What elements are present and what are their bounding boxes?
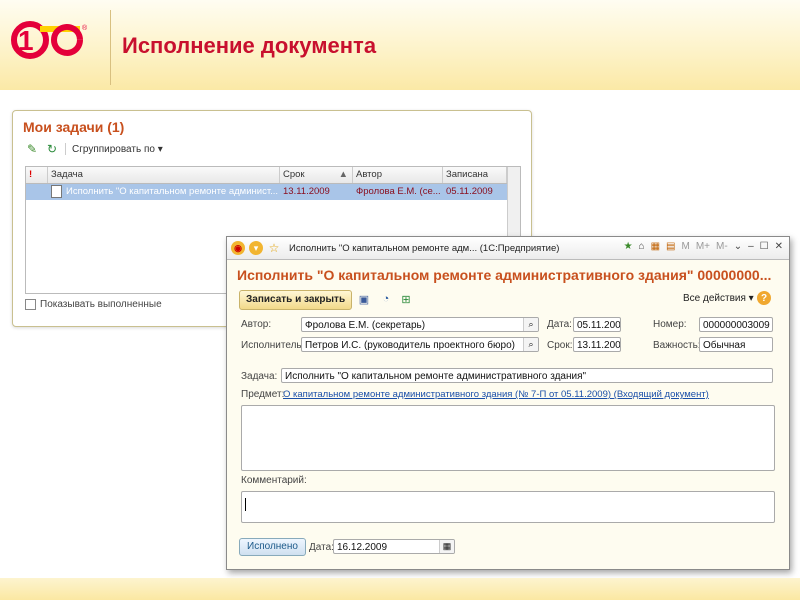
executor-label: Исполнитель:	[241, 340, 305, 351]
date-label: Дата:	[547, 319, 572, 330]
column-task[interactable]: Задача	[48, 167, 280, 183]
row-author-cell: Фролова Е.М. (се...	[356, 186, 441, 197]
comment-label: Комментарий:	[241, 475, 307, 486]
done-button[interactable]: Исполнено	[239, 538, 306, 556]
memory-minus-button[interactable]: M-	[716, 241, 728, 252]
date-field[interactable]: 05.11.2009	[573, 317, 621, 332]
memory-m-button[interactable]: M	[682, 241, 690, 252]
window-title: Исполнить "О капитальном ремонте адм... …	[289, 242, 560, 254]
task-label: Задача:	[241, 371, 278, 382]
column-importance[interactable]: !	[26, 167, 48, 183]
due-field[interactable]: 13.11.2009	[573, 337, 621, 352]
group-by-button[interactable]: Сгруппировать по ▾	[72, 144, 163, 155]
author-label: Автор:	[241, 319, 272, 330]
show-done-checkbox[interactable]: Показывать выполненные	[25, 299, 162, 310]
column-recorded[interactable]: Записана	[443, 167, 507, 183]
calendar-icon[interactable]: ▤	[666, 241, 675, 252]
search-icon[interactable]: ⌕	[523, 318, 538, 331]
slide-title: Исполнение документа	[122, 33, 377, 58]
add-favorite-icon[interactable]: ★	[624, 241, 633, 252]
favorite-star-icon[interactable]: ☆	[267, 241, 281, 255]
save-icon[interactable]: ▣	[357, 292, 371, 306]
importance-field[interactable]: Обычная	[699, 337, 773, 352]
author-field[interactable]: Фролова Е.М. (секретарь) ⌕	[301, 317, 539, 332]
table-row[interactable]: Исполнить "О капитальном ремонте админис…	[26, 184, 520, 200]
executor-field[interactable]: Петров И.С. (руководитель проектного бюр…	[301, 337, 539, 352]
row-due-cell: 13.11.2009	[283, 186, 330, 197]
memory-plus-button[interactable]: M+	[696, 241, 710, 252]
due-label: Срок:	[547, 340, 573, 351]
app-menu-icon[interactable]: ◉	[231, 241, 245, 255]
1c-logo: 1 ®	[11, 21, 88, 59]
window-titlebar: ◉ ▾ ☆ Исполнить "О капитальном ремонте а…	[227, 237, 789, 260]
importance-label: Важность:	[653, 340, 701, 351]
tasks-toolbar: ✎ ↻ Сгруппировать по ▾	[25, 141, 163, 157]
toolbar-menu-icon[interactable]: ⌄	[734, 241, 742, 252]
done-date-label: Дата:	[309, 542, 334, 553]
structure-icon[interactable]: ⊞	[399, 292, 413, 306]
column-due[interactable]: Срок ▲	[280, 167, 353, 183]
close-icon[interactable]: ✕	[775, 241, 783, 252]
svg-text:1: 1	[18, 25, 34, 56]
task-field[interactable]: Исполнить "О капитальном ремонте админис…	[281, 368, 773, 383]
column-author[interactable]: Автор	[353, 167, 443, 183]
help-icon[interactable]: ?	[757, 291, 771, 305]
window-controls: ★ ⌂ ▦ ▤ M M+ M- ⌄ – ☐ ✕	[624, 241, 783, 252]
refresh-icon[interactable]: ↻	[45, 142, 59, 156]
header-divider	[110, 10, 111, 85]
number-field[interactable]: 000000003009	[699, 317, 773, 332]
number-label: Номер:	[653, 319, 687, 330]
edit-icon[interactable]: ✎	[25, 142, 39, 156]
row-recorded-cell: 05.11.2009	[446, 186, 493, 197]
text-cursor	[245, 498, 246, 511]
checkbox-box[interactable]	[25, 299, 36, 310]
form-title: Исполнить "О капитальном ремонте админис…	[237, 267, 772, 283]
row-importance-cell	[26, 184, 48, 200]
search-icon[interactable]: ⌕	[523, 338, 538, 351]
comment-input[interactable]	[241, 491, 775, 523]
row-task-cell: Исполнить "О капитальном ремонте админис…	[48, 184, 280, 200]
subject-label: Предмет:	[241, 389, 285, 400]
minimize-icon[interactable]: –	[748, 241, 754, 252]
toolbar-separator	[65, 143, 66, 155]
table-header: ! Задача Срок ▲ Автор Записана	[26, 167, 520, 184]
save-and-close-button[interactable]: Записать и закрыть	[239, 290, 353, 310]
subject-link[interactable]: О капитальном ремонте административного …	[283, 389, 709, 400]
calendar-picker-icon[interactable]: ▦	[439, 540, 454, 553]
task-form-window: ◉ ▾ ☆ Исполнить "О капитальном ремонте а…	[226, 236, 790, 570]
calculator-icon[interactable]: ▦	[651, 241, 660, 252]
menu-dropdown-icon[interactable]: ▾	[249, 241, 263, 255]
clock-icon[interactable]: ◔	[379, 292, 393, 306]
subject-area[interactable]	[241, 405, 775, 471]
slide-footer	[0, 578, 800, 600]
done-date-field[interactable]: 16.12.2009 ▦	[333, 539, 455, 554]
maximize-icon[interactable]: ☐	[760, 241, 769, 252]
home-icon[interactable]: ⌂	[639, 241, 645, 252]
all-actions-menu[interactable]: Все действия ▾	[683, 293, 754, 304]
slide-header: 1 ® Исполнение документа	[0, 0, 800, 90]
svg-text:®: ®	[82, 24, 88, 32]
task-doc-icon	[51, 184, 62, 198]
tasks-panel-title: Мои задачи (1)	[23, 119, 125, 135]
show-done-label: Показывать выполненные	[40, 299, 162, 310]
